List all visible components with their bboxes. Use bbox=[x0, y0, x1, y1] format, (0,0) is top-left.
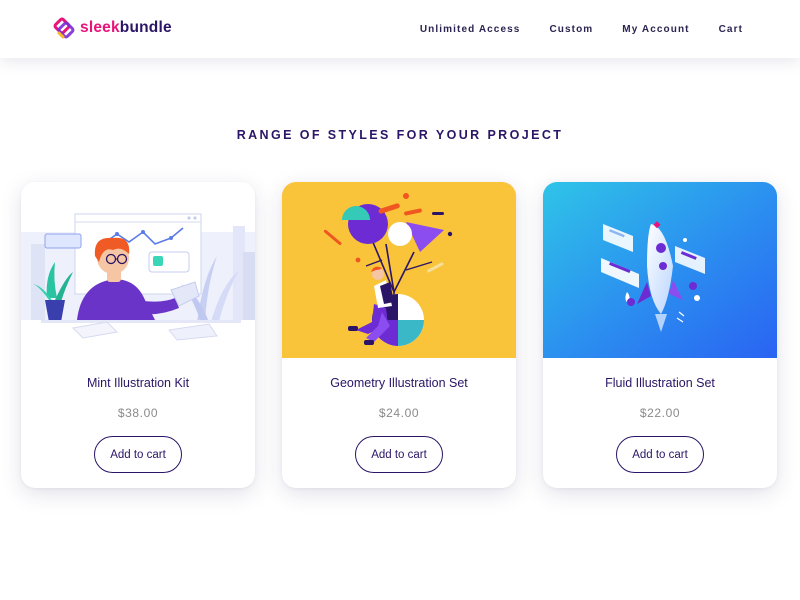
logo[interactable]: sleekbundle bbox=[52, 16, 172, 40]
product-price: $22.00 bbox=[639, 406, 681, 420]
product-name[interactable]: Geometry Illustration Set bbox=[282, 376, 516, 390]
product-name[interactable]: Fluid Illustration Set bbox=[543, 376, 777, 390]
product-price: $24.00 bbox=[378, 406, 420, 420]
add-to-cart-button[interactable]: Add to cart bbox=[94, 436, 182, 473]
site-header: sleekbundle Unlimited Access Custom My A… bbox=[0, 0, 800, 58]
office-illustration-image[interactable] bbox=[21, 182, 255, 358]
logo-icon bbox=[53, 17, 75, 39]
logo-text-sleek: sleek bbox=[80, 19, 120, 36]
nav-cart[interactable]: Cart bbox=[719, 24, 743, 35]
logo-text: sleekbundle bbox=[80, 16, 172, 40]
add-to-cart-button[interactable]: Add to cart bbox=[616, 436, 704, 473]
nav-custom[interactable]: Custom bbox=[549, 24, 593, 35]
section-title: RANGE OF STYLES FOR YOUR PROJECT bbox=[236, 128, 564, 142]
product-price: $38.00 bbox=[117, 406, 159, 420]
product-card-mint: Mint Illustration Kit $38.00 Add to cart bbox=[21, 182, 255, 488]
product-card-fluid: Fluid Illustration Set $22.00 Add to car… bbox=[543, 182, 777, 488]
product-card-geometry: Geometry Illustration Set $24.00 Add to … bbox=[282, 182, 516, 488]
rocket-illustration-image[interactable] bbox=[543, 182, 777, 358]
geometry-illustration-image[interactable] bbox=[282, 182, 516, 358]
main-nav: Unlimited Access Custom My Account Cart bbox=[420, 0, 743, 58]
nav-my-account[interactable]: My Account bbox=[622, 24, 689, 35]
product-name[interactable]: Mint Illustration Kit bbox=[21, 376, 255, 390]
add-to-cart-button[interactable]: Add to cart bbox=[355, 436, 443, 473]
logo-text-bundle: bundle bbox=[119, 19, 172, 36]
nav-unlimited-access[interactable]: Unlimited Access bbox=[420, 24, 521, 35]
